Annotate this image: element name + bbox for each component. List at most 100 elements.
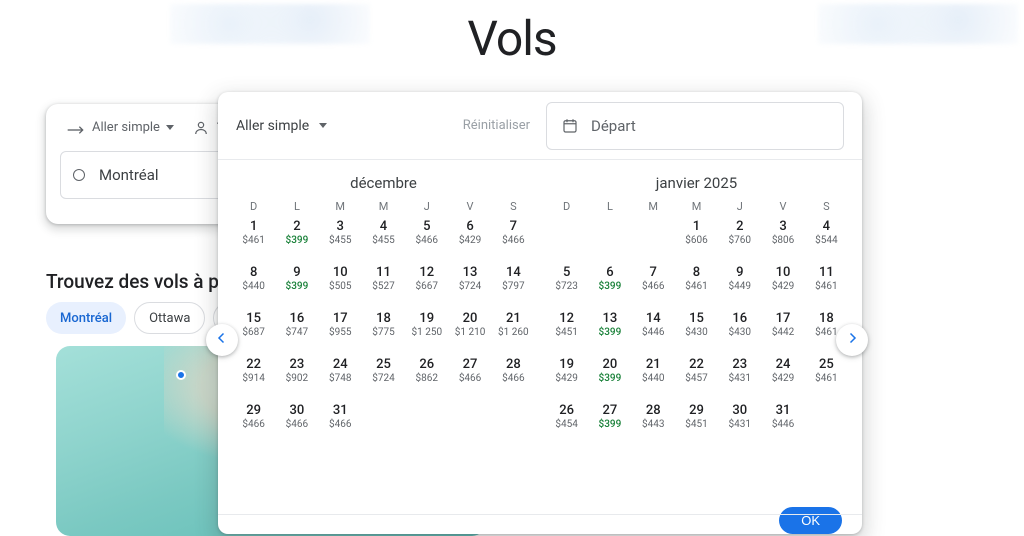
calendar-day[interactable]: 13$724	[448, 265, 491, 303]
calendar-day[interactable]: 4$455	[362, 219, 405, 257]
calendar-day[interactable]: 21$440	[632, 357, 675, 395]
calendar-day[interactable]: 5$466	[405, 219, 448, 257]
month-grid: 1$6062$7603$8064$544 5$7236$3997$4668$461…	[545, 219, 848, 441]
calendar-day[interactable]: 11$527	[362, 265, 405, 303]
calendar-day[interactable]: 30$466	[275, 403, 318, 441]
calendar-day[interactable]: 21$1 260	[492, 311, 535, 349]
calendar-next-button[interactable]	[836, 324, 868, 356]
calendar-day[interactable]: 24$748	[319, 357, 362, 395]
calendar-day[interactable]: 20$399	[588, 357, 631, 395]
calendar-day[interactable]: 30$431	[718, 403, 761, 441]
calendar-day[interactable]: 31$446	[761, 403, 804, 441]
calendar-day[interactable]: 23$431	[718, 357, 761, 395]
calendar-day[interactable]: 2$760	[718, 219, 761, 257]
day-number: 2	[293, 219, 300, 235]
calendar-day[interactable]: 23$902	[275, 357, 318, 395]
calendar-day[interactable]: 14$797	[492, 265, 535, 303]
day-number: 2	[736, 219, 743, 235]
day-price: $914	[242, 373, 264, 384]
calendar-day[interactable]: 26$454	[545, 403, 588, 441]
day-number: 18	[819, 311, 834, 327]
calendar-day[interactable]: 8$461	[675, 265, 718, 303]
calendar-day[interactable]: 29$451	[675, 403, 718, 441]
calendar-day[interactable]: 17$955	[319, 311, 362, 349]
calendar-day[interactable]: 10$429	[761, 265, 804, 303]
calendar-day[interactable]: 10$505	[319, 265, 362, 303]
calendar-day[interactable]: 31$466	[319, 403, 362, 441]
calendar-day[interactable]: 20$1 210	[448, 311, 491, 349]
calendar-day[interactable]: 9$399	[275, 265, 318, 303]
day-price: $429	[772, 281, 794, 292]
calendar-prev-button[interactable]	[206, 324, 238, 356]
calendar-day[interactable]: 8$440	[232, 265, 275, 303]
calendar-day[interactable]: 27$399	[588, 403, 631, 441]
calendar-day[interactable]: 26$862	[405, 357, 448, 395]
calendar-day[interactable]: 5$723	[545, 265, 588, 303]
person-icon	[192, 119, 210, 137]
dow-label: J	[718, 200, 761, 213]
trip-type-label: Aller simple	[92, 120, 160, 135]
page-title: Vols	[0, 10, 1024, 67]
day-number: 29	[689, 403, 704, 419]
calendar-day[interactable]: 12$451	[545, 311, 588, 349]
calendar-day[interactable]: 25$724	[362, 357, 405, 395]
calendar-day[interactable]: 27$466	[448, 357, 491, 395]
day-number: 19	[419, 311, 434, 327]
calendar-day[interactable]: 3$455	[319, 219, 362, 257]
dow-label: S	[805, 200, 848, 213]
dow-label: L	[275, 200, 318, 213]
calendar-footer	[218, 514, 862, 534]
calendar-day[interactable]: 14$446	[632, 311, 675, 349]
calendar-reset-button[interactable]: Réinitialiser	[463, 118, 530, 133]
calendar-day[interactable]: 4$544	[805, 219, 848, 257]
calendar-day[interactable]: 11$461	[805, 265, 848, 303]
calendar-day[interactable]: 28$466	[492, 357, 535, 395]
calendar-day[interactable]: 19$1 250	[405, 311, 448, 349]
calendar-day[interactable]: 7$466	[492, 219, 535, 257]
calendar-trip-type-select[interactable]: Aller simple	[236, 118, 327, 134]
calendar-day[interactable]: 15$430	[675, 311, 718, 349]
day-number: 28	[646, 403, 661, 419]
calendar-day[interactable]: 3$806	[761, 219, 804, 257]
trip-type-select[interactable]: Aller simple	[60, 114, 180, 141]
calendar-day[interactable]: 24$429	[761, 357, 804, 395]
calendar-day[interactable]: 6$429	[448, 219, 491, 257]
day-number: 28	[506, 357, 521, 373]
calendar-day[interactable]: 18$775	[362, 311, 405, 349]
calendar-day[interactable]: 19$429	[545, 357, 588, 395]
calendar-day[interactable]: 6$399	[588, 265, 631, 303]
day-price: $747	[286, 327, 308, 338]
calendar-day[interactable]: 29$466	[232, 403, 275, 441]
calendar-day[interactable]: 2$399	[275, 219, 318, 257]
chip-ottawa[interactable]: Ottawa	[134, 302, 205, 334]
dow-label: M	[675, 200, 718, 213]
calendar-day[interactable]: 17$442	[761, 311, 804, 349]
day-price: $505	[329, 281, 351, 292]
calendar-day[interactable]: 9$449	[718, 265, 761, 303]
calendar-day[interactable]: 28$443	[632, 403, 675, 441]
calendar-day[interactable]: 16$747	[275, 311, 318, 349]
calendar-day[interactable]: 12$667	[405, 265, 448, 303]
calendar-day[interactable]: 22$914	[232, 357, 275, 395]
day-price: $797	[502, 281, 524, 292]
day-price: $446	[772, 419, 794, 430]
day-price: $455	[329, 235, 351, 246]
chip-montreal[interactable]: Montréal	[46, 302, 126, 334]
departure-date-input[interactable]: Départ	[546, 102, 844, 150]
calendar-day[interactable]: 22$457	[675, 357, 718, 395]
calendar-day[interactable]: 1$606	[675, 219, 718, 257]
calendar-day[interactable]: 1$461	[232, 219, 275, 257]
day-number: 8	[250, 265, 257, 281]
dow-label: D	[545, 200, 588, 213]
calendar-day[interactable]: 25$461	[805, 357, 848, 395]
calendar-day[interactable]: 13$399	[588, 311, 631, 349]
day-number: 3	[779, 219, 786, 235]
calendar-popover: Aller simple Réinitialiser Départ décemb…	[218, 92, 862, 534]
month-grid: 1$4612$3993$4554$4555$4666$4297$466 8$440…	[232, 219, 535, 441]
day-price: $429	[555, 373, 577, 384]
calendar-day[interactable]: 16$430	[718, 311, 761, 349]
day-number: 5	[563, 265, 570, 281]
calendar-day[interactable]: 7$466	[632, 265, 675, 303]
calendar-day[interactable]: 15$687	[232, 311, 275, 349]
day-price: $466	[642, 281, 664, 292]
